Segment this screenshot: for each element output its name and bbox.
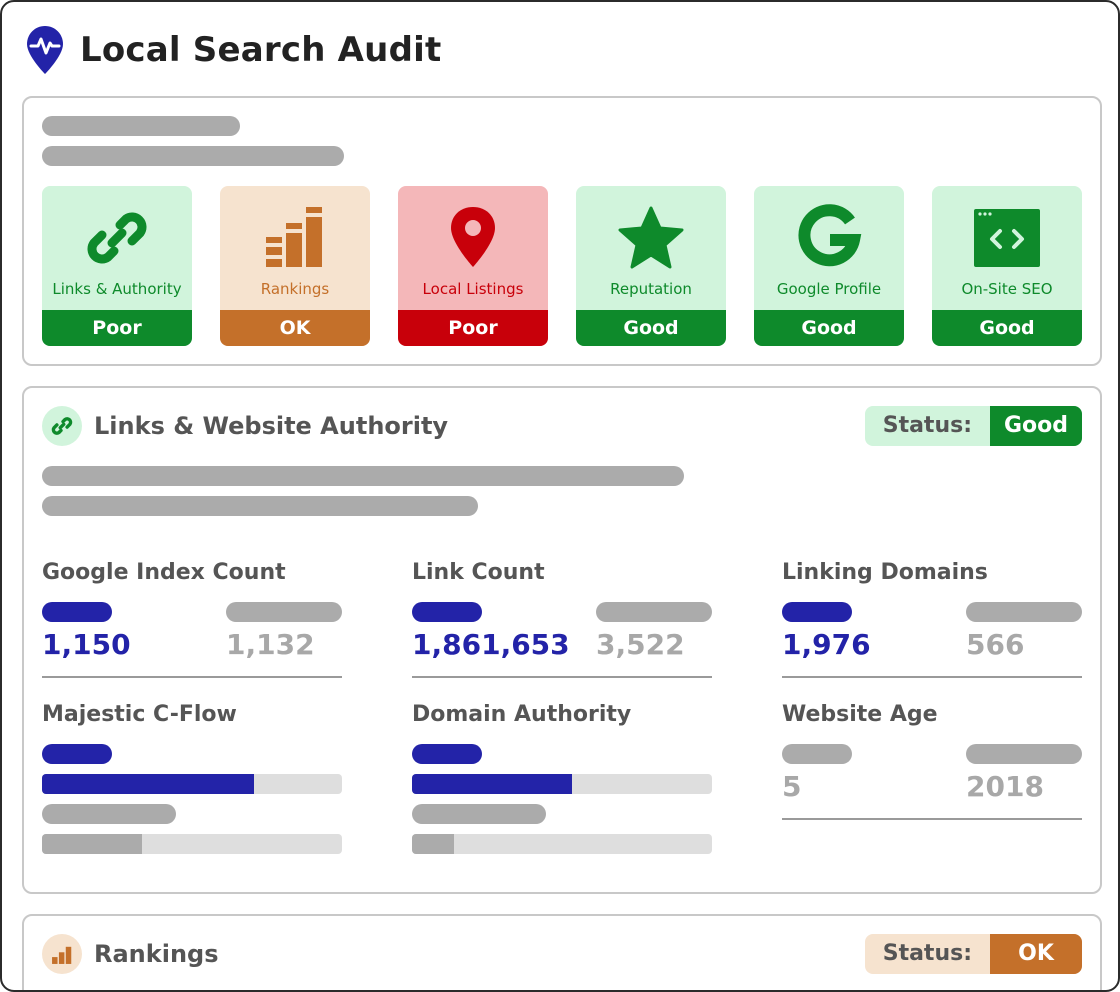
section-header: Links & Website Authority <box>42 406 448 446</box>
category-label: Reputation <box>610 280 692 298</box>
star-icon <box>618 206 684 269</box>
category-status: Poor <box>42 310 192 346</box>
legend-pill-current <box>412 602 482 622</box>
category-status: OK <box>220 310 370 346</box>
category-status: Poor <box>398 310 548 346</box>
page-title: Local Search Audit <box>80 30 442 70</box>
category-label: Links & Authority <box>52 280 182 298</box>
metric-linking-domains: Linking Domains 1,976 566 <box>782 560 1082 682</box>
legend-pill-compare <box>966 744 1082 764</box>
status-badge: Status: Good <box>864 406 1082 446</box>
status-value: Good <box>990 406 1082 446</box>
section-title: Rankings <box>94 940 219 968</box>
metric-value: 1,976 <box>782 628 871 661</box>
map-pin-heartbeat-icon <box>27 26 63 74</box>
text-placeholder <box>42 496 478 516</box>
metric-compare-value: 3,522 <box>596 628 685 661</box>
legend-pill-current <box>782 744 852 764</box>
link-icon <box>87 212 147 264</box>
divider <box>782 676 1082 678</box>
category-tile-local-listings[interactable]: Local Listings Poor <box>398 186 548 346</box>
category-tile-reputation[interactable]: Reputation Good <box>576 186 726 346</box>
category-label: On-Site SEO <box>961 280 1053 298</box>
bar-chart-icon <box>266 207 322 267</box>
metric-majestic-c-flow: Majestic C-Flow <box>42 702 342 862</box>
links-authority-section: Links & Website Authority Status: Good G… <box>22 386 1102 894</box>
metric-title: Linking Domains <box>782 560 988 585</box>
progress-bar-current <box>42 774 342 794</box>
metric-title: Domain Authority <box>412 702 632 727</box>
app-header: Local Search Audit <box>26 24 441 76</box>
category-status: Good <box>754 310 904 346</box>
divider <box>42 676 342 678</box>
text-placeholder <box>42 116 240 136</box>
category-tile-links[interactable]: Links & Authority Poor <box>42 186 192 346</box>
metric-title: Website Age <box>782 702 938 727</box>
metric-website-age: Website Age 5 2018 <box>782 702 1082 824</box>
app-window: Local Search Audit Links & Authority Poo… <box>0 0 1120 992</box>
progress-fill <box>412 834 454 854</box>
status-value: OK <box>990 934 1082 974</box>
category-status: Good <box>576 310 726 346</box>
legend-pill-current <box>782 602 852 622</box>
section-icon-badge <box>42 406 82 446</box>
progress-fill <box>42 834 142 854</box>
metric-compare-value: 566 <box>966 628 1025 661</box>
divider <box>782 818 1082 820</box>
overview-card: Links & Authority Poor Rankings OK Local… <box>22 96 1102 366</box>
text-placeholder <box>42 146 344 166</box>
code-window-icon <box>974 209 1040 267</box>
status-label: Status: <box>882 941 972 966</box>
category-label: Google Profile <box>776 280 882 298</box>
progress-bar-compare <box>42 834 342 854</box>
section-title: Links & Website Authority <box>94 412 449 440</box>
google-icon <box>798 204 862 267</box>
divider <box>412 676 712 678</box>
metric-compare-value: 1,132 <box>226 628 315 661</box>
legend-pill-current <box>412 744 482 764</box>
map-pin-icon <box>451 207 495 267</box>
bar-chart-icon <box>52 946 72 964</box>
legend-pill-compare <box>966 602 1082 622</box>
progress-bar-current <box>412 774 712 794</box>
legend-pill-compare <box>42 804 176 824</box>
section-header: Rankings <box>42 934 219 974</box>
metric-title: Majestic C-Flow <box>42 702 237 727</box>
category-tile-on-site-seo[interactable]: On-Site SEO Good <box>932 186 1082 346</box>
legend-pill-compare <box>596 602 712 622</box>
metric-link-count: Link Count 1,861,653 3,522 <box>412 560 712 682</box>
metric-compare-value: 2018 <box>966 770 1044 803</box>
legend-pill-current <box>42 744 112 764</box>
metric-value: 5 <box>782 770 802 803</box>
category-label: Local Listings <box>422 280 524 298</box>
progress-fill <box>42 774 255 794</box>
section-icon-badge <box>42 934 82 974</box>
metric-google-index-count: Google Index Count 1,150 1,132 <box>42 560 342 682</box>
metric-value: 1,150 <box>42 628 131 661</box>
text-placeholder <box>42 466 684 486</box>
rankings-section: Rankings Status: OK <box>22 914 1102 990</box>
progress-bar-compare <box>412 834 712 854</box>
metric-domain-authority: Domain Authority <box>412 702 712 862</box>
legend-pill-compare <box>412 804 546 824</box>
legend-pill-current <box>42 602 112 622</box>
metric-title: Link Count <box>412 560 545 585</box>
metric-title: Google Index Count <box>42 560 286 585</box>
category-tile-rankings[interactable]: Rankings OK <box>220 186 370 346</box>
category-status: Good <box>932 310 1082 346</box>
metric-value: 1,861,653 <box>412 628 570 661</box>
link-icon <box>51 417 73 435</box>
status-label: Status: <box>882 413 972 438</box>
category-label: Rankings <box>260 280 330 298</box>
status-badge: Status: OK <box>864 934 1082 974</box>
category-tile-google-profile[interactable]: Google Profile Good <box>754 186 904 346</box>
progress-fill <box>412 774 572 794</box>
legend-pill-compare <box>226 602 342 622</box>
